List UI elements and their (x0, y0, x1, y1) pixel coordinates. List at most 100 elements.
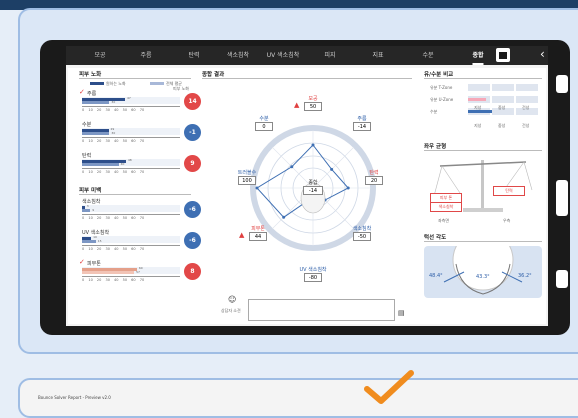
aging-2-bar-user-value: 48 (127, 158, 132, 162)
beauty-0-bar-bg (82, 205, 180, 212)
beauty-1-bar-avg-value: 15 (97, 239, 102, 243)
aging-2-ticks: 0 10 20 30 40 50 60 70 (82, 170, 145, 174)
balance-cell (492, 96, 514, 103)
balance-col-label: 지성 (474, 105, 482, 110)
aging-0-score: 14 (184, 93, 201, 110)
checkmark-icon (364, 370, 414, 404)
divider (202, 78, 412, 79)
center-title: 종합 결과 (202, 72, 225, 78)
top-nav: 모공 주름 탄력 색소침착 UV 색소침착 피지 지표 수분 종합 (66, 46, 548, 65)
aging-1-label: 수분 (82, 122, 92, 128)
tab-2[interactable]: 탄력 (188, 46, 199, 65)
balance-cell (516, 96, 538, 103)
tab-4[interactable]: UV 색소침착 (267, 46, 299, 65)
radar-value-top_left: 0 (255, 122, 273, 131)
radar-label-top_right: 주름 (357, 116, 367, 122)
trouble-bar-avg (82, 271, 135, 274)
balance-cell (492, 84, 514, 91)
beauty-0-bar-avg (82, 209, 91, 212)
beauty-1-bar-avg (82, 240, 96, 243)
balance-col-label: 건성 (522, 123, 530, 128)
radar-label-top_left: 수분 (259, 116, 269, 122)
divider (79, 194, 191, 195)
beauty-0-axis (82, 214, 180, 215)
check-icon: ✓ (79, 88, 85, 96)
legend-sub: 피부 노화 (173, 86, 189, 91)
smile-icon: ☺ (228, 295, 237, 304)
app-screen: 모공 주름 탄력 색소침착 UV 색소침착 피지 지표 수분 종합 ‹ 피부 노화 원하는 노화… (66, 46, 548, 326)
check-icon: ✓ (79, 258, 85, 266)
chevron-left-icon[interactable]: ‹ (540, 47, 545, 61)
beauty-title: 피부 미백 (79, 188, 102, 194)
trouble-score: 8 (184, 263, 201, 280)
trouble-bar-avg-value: 57 (136, 270, 140, 274)
tab-8[interactable]: 종합 (472, 46, 484, 65)
radar-value-top_right: -14 (353, 122, 371, 131)
angle-center: 43.3° (476, 274, 490, 280)
comment-title: 상담자 소견 (221, 308, 241, 313)
balance-col-label: 중성 (498, 105, 506, 110)
radar-point-top_right (330, 167, 334, 171)
trouble-ticks: 0 10 20 30 40 50 60 70 (82, 278, 145, 282)
aging-2-axis (82, 168, 180, 169)
radar-point-left (255, 186, 259, 190)
aging-1-bar-avg (82, 132, 110, 135)
tab-5[interactable]: 피지 (324, 46, 335, 65)
divider (424, 78, 542, 79)
balance-cell (468, 84, 490, 91)
scale-axis-left: 좌측면 (438, 218, 450, 223)
aging-2-bar-avg (82, 163, 119, 166)
radar-value-bottom_left: 44 (249, 232, 267, 241)
radar-point-top_left (290, 165, 294, 169)
radar-value-right: 20 (365, 176, 383, 185)
trouble-axis (82, 276, 180, 277)
balance-col-label: 중성 (498, 123, 506, 128)
aging-0-axis (82, 106, 180, 107)
tab-1[interactable]: 주름 (140, 46, 151, 65)
radar-label-bottom: UV 색소침착 (299, 267, 327, 273)
balance-row-label: 유분 T-Zone (430, 85, 453, 90)
radar-value-left: 100 (238, 176, 256, 185)
warning-icon: ▲ (294, 101, 300, 109)
main-panel: 피부 노화 원하는 노화 전체 평균 피부 노화 ✓ 주름 47 30 0 10 20 … (68, 68, 546, 324)
window-title: Bounce Solver Report - Preview v2.0 (38, 395, 111, 400)
home-icon[interactable] (496, 48, 510, 62)
beauty-0-ticks: 0 10 20 30 40 50 60 70 (82, 216, 145, 220)
aging-0-ticks: 0 10 20 30 40 50 60 70 (82, 108, 145, 112)
tab-0[interactable]: 모공 (94, 46, 105, 65)
beauty-1-bar-user-value: 10 (93, 235, 97, 239)
tab-7[interactable]: 수분 (422, 46, 433, 65)
radar-label-bottom_left: 피부톤 (251, 226, 265, 232)
legend-swatch (90, 82, 104, 85)
tab-6[interactable]: 지표 (372, 46, 383, 65)
aging-1-ticks: 0 10 20 30 40 50 60 70 (82, 139, 145, 143)
aging-2-label: 탄력 (82, 153, 92, 159)
radar-point-top (311, 143, 315, 147)
aging-0-bar-avg-value: 30 (111, 100, 116, 104)
jaw-angle-panel (424, 246, 542, 298)
aging-0-bar-avg (82, 101, 110, 104)
divider (424, 241, 542, 242)
balance-bar-u-zone (468, 98, 486, 101)
radar-label-left: 트러블수 (237, 170, 257, 176)
comment-field[interactable] (248, 299, 395, 321)
aging-0-bar-user-value: 47 (126, 96, 131, 100)
beauty-1-score: -6 (184, 232, 201, 249)
legend-swatch (150, 82, 164, 85)
balance-cell (516, 84, 538, 91)
scale-title: 좌우 균형 (424, 144, 447, 150)
side-tab-icon[interactable] (556, 270, 568, 288)
tab-3[interactable]: 색소침착 (227, 46, 249, 65)
balance-col-label: 건성 (522, 105, 530, 110)
angle-title: 턱선 각도 (424, 235, 447, 241)
radar-value-top: 50 (304, 102, 322, 111)
side-tab-icon[interactable] (556, 75, 568, 93)
radar-center-label: 종합 (308, 180, 318, 186)
balance-row-label: 유분 U-Zone (430, 97, 454, 102)
side-tab[interactable] (556, 180, 568, 216)
beauty-0-bar-avg-value: 9 (92, 208, 95, 212)
angle-right: 36.2° (518, 273, 532, 279)
radar-value-bottom: -80 (304, 273, 322, 282)
aging-1-bar-avg-value: 30 (111, 131, 116, 135)
save-icon[interactable]: ▤ (398, 309, 405, 317)
